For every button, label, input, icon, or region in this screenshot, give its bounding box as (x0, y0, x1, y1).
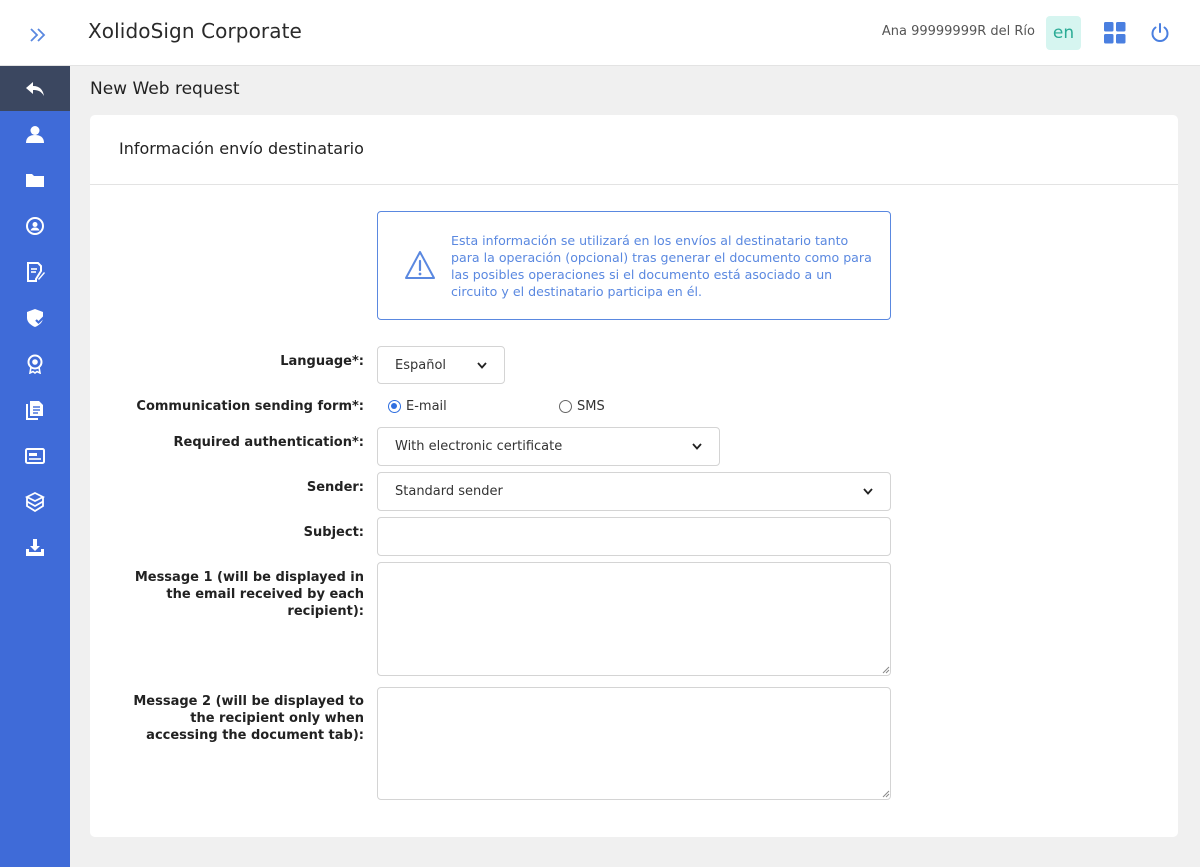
subject-label: Subject: (303, 525, 364, 540)
email-radio-button[interactable] (388, 400, 401, 413)
message1-label: Message 1 (will be displayed in the emai… (134, 570, 364, 619)
resize-grip-icon[interactable] (882, 790, 890, 798)
sender-select-value: Standard sender (395, 484, 503, 499)
power-icon[interactable] (1149, 22, 1171, 44)
chevron-down-icon (863, 488, 873, 495)
user-icon (26, 126, 44, 143)
language-select-value: Español (395, 357, 447, 373)
shield-check-icon (27, 309, 45, 327)
grid-icon[interactable] (1104, 22, 1126, 44)
card-icon (25, 448, 45, 464)
chevron-down-icon (477, 361, 487, 369)
sms-radio-button[interactable] (559, 400, 572, 413)
top-bar: XolidoSign Corporate Ana 99999999R del R… (0, 0, 1200, 66)
sender-select[interactable]: Standard sender (377, 472, 891, 511)
message1-textarea[interactable] (377, 562, 891, 676)
sidebar-item-document-list[interactable] (0, 387, 70, 433)
info-box: Esta información se utilizará en los env… (377, 211, 891, 320)
sidebar-item-certificates[interactable] (0, 341, 70, 387)
chevron-down-icon (692, 443, 702, 450)
recipient-info-card: Información envío destinatario Esta info… (90, 115, 1178, 837)
document-edit-icon (27, 262, 45, 282)
user-name[interactable]: Ana 99999999R del Río (882, 24, 1035, 39)
double-chevron-right-icon[interactable] (24, 22, 52, 48)
app-title: XolidoSign Corporate (88, 19, 302, 43)
sidebar-item-documents-edit[interactable] (0, 249, 70, 295)
certificate-badge-icon (27, 354, 43, 374)
sidebar-item-security[interactable] (0, 295, 70, 341)
subject-input[interactable] (377, 517, 891, 556)
auth-select-value: With electronic certificate (395, 439, 563, 454)
message2-label: Message 2 (will be displayed to the reci… (133, 694, 364, 743)
sidebar-item-account[interactable] (0, 203, 70, 249)
sidebar-item-folders[interactable] (0, 157, 70, 203)
auth-label: Required authentication*: (173, 435, 364, 450)
back-arrow-icon (26, 81, 44, 96)
language-label: Language*: (280, 354, 364, 369)
box-icon (25, 492, 45, 512)
sms-radio[interactable]: SMS (559, 399, 605, 414)
sidebar-item-downloads[interactable] (0, 525, 70, 571)
sender-label: Sender: (306, 480, 364, 495)
language-select[interactable]: Español (377, 346, 505, 384)
sms-radio-label: SMS (577, 399, 605, 414)
sidebar-item-back[interactable] (0, 66, 70, 111)
resize-grip-icon[interactable] (882, 666, 890, 674)
info-text: Esta información se utilizará en los env… (451, 233, 872, 299)
sidebar-item-users[interactable] (0, 111, 70, 157)
sidebar-item-packages[interactable] (0, 479, 70, 525)
sending-form-label: Communication sending form*: (136, 399, 364, 414)
folder-icon (26, 174, 44, 187)
user-circle-icon (26, 217, 44, 235)
download-tray-icon (26, 539, 44, 556)
email-radio-label: E-mail (406, 399, 447, 414)
sidebar (0, 66, 70, 867)
warning-icon (405, 251, 435, 279)
email-radio[interactable]: E-mail (388, 399, 447, 414)
auth-select[interactable]: With electronic certificate (377, 427, 720, 466)
page-title: New Web request (90, 79, 240, 99)
card-title: Información envío destinatario (90, 115, 1178, 185)
language-badge[interactable]: en (1046, 16, 1081, 50)
message2-textarea[interactable] (377, 687, 891, 800)
documents-icon (26, 401, 43, 420)
sidebar-item-cards[interactable] (0, 433, 70, 479)
